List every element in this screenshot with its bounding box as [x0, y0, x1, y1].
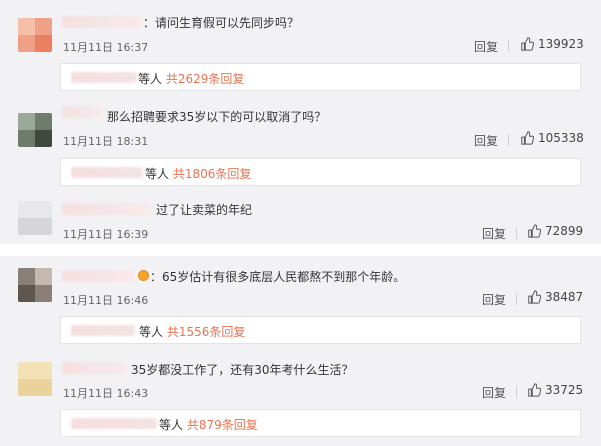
avatar[interactable]	[18, 201, 52, 235]
comment-time: 11月11日 16:37	[63, 41, 149, 54]
subreply-box[interactable]: 等人 共1556条回复	[60, 316, 581, 344]
subreply-count-link[interactable]: 共879条回复	[187, 418, 258, 432]
vip-badge-icon	[138, 270, 149, 281]
subreply-summary: 等人 共1806条回复	[145, 165, 251, 182]
like-button[interactable]: 33725	[527, 383, 583, 397]
subreply-count-link[interactable]: 共2629条回复	[166, 72, 245, 86]
thumbs-up-icon	[521, 37, 534, 51]
reply-button[interactable]: 回复	[482, 291, 506, 308]
subreply-prefix: 等人	[138, 72, 163, 86]
subreply-users	[71, 167, 143, 178]
like-button[interactable]: 105338	[520, 131, 584, 145]
like-count: 72899	[545, 224, 584, 238]
username[interactable]	[62, 106, 102, 118]
subreply-prefix: 等人	[145, 167, 170, 181]
subreply-prefix: 等人	[159, 418, 184, 432]
comment-text: ：65岁估计有很多底层人民都熬不到那个年龄。	[150, 270, 406, 284]
comment-text: 过了让卖菜的年纪	[156, 203, 253, 217]
divider	[516, 293, 517, 305]
subreply-summary: 等人 共1556条回复	[139, 323, 245, 340]
thumbs-up-icon	[528, 290, 541, 304]
reply-button[interactable]: 回复	[474, 132, 498, 149]
comment-text: 那么招聘要求35岁以下的可以取消了吗？	[107, 110, 327, 124]
thumbs-up-icon	[521, 131, 534, 145]
avatar[interactable]	[18, 113, 52, 147]
subreply-box[interactable]: 等人 共1806条回复	[60, 158, 581, 186]
like-button[interactable]: 139923	[520, 37, 584, 51]
subreply-summary: 等人 共2629条回复	[138, 70, 244, 87]
username[interactable]	[62, 270, 134, 282]
username[interactable]	[62, 203, 150, 215]
subreply-count-link[interactable]: 共1556条回复	[167, 325, 246, 339]
comment-time: 11月11日 16:46	[63, 294, 149, 307]
avatar[interactable]	[18, 18, 52, 52]
like-count: 105338	[538, 131, 584, 145]
like-button[interactable]: 38487	[527, 290, 583, 304]
thumbs-up-icon	[528, 383, 541, 397]
divider	[516, 227, 517, 239]
divider	[516, 386, 517, 398]
subreply-box[interactable]: 等人 共2629条回复	[60, 63, 581, 91]
subreply-prefix: 等人	[139, 325, 164, 339]
like-count: 38487	[545, 290, 584, 304]
comment-time: 11月11日 16:43	[63, 387, 149, 400]
thumbs-up-icon	[528, 224, 541, 238]
divider	[508, 134, 509, 146]
subreply-users	[71, 72, 137, 83]
comment-time: 11月11日 18:31	[63, 135, 149, 148]
subreply-users	[71, 418, 157, 429]
subreply-count-link[interactable]: 共1806条回复	[173, 167, 252, 181]
username[interactable]	[62, 362, 126, 374]
reply-button[interactable]: 回复	[482, 384, 506, 401]
avatar[interactable]	[18, 268, 52, 302]
subreply-summary: 等人 共879条回复	[159, 416, 258, 433]
comment-text: 35岁都没工作了，还有30年考什么生活？	[131, 363, 354, 377]
divider	[508, 40, 509, 52]
avatar[interactable]	[18, 362, 52, 396]
subreply-box[interactable]: 等人 共879条回复	[60, 409, 581, 437]
reply-button[interactable]: 回复	[482, 225, 506, 242]
reply-button[interactable]: 回复	[474, 38, 498, 55]
like-count: 139923	[538, 37, 584, 51]
comment-time: 11月11日 16:39	[63, 228, 149, 241]
username[interactable]	[62, 16, 142, 28]
like-button[interactable]: 72899	[527, 224, 583, 238]
comment-text: ：请问生育假可以先同步吗？	[143, 16, 300, 30]
like-count: 33725	[545, 383, 584, 397]
subreply-users	[71, 325, 135, 336]
